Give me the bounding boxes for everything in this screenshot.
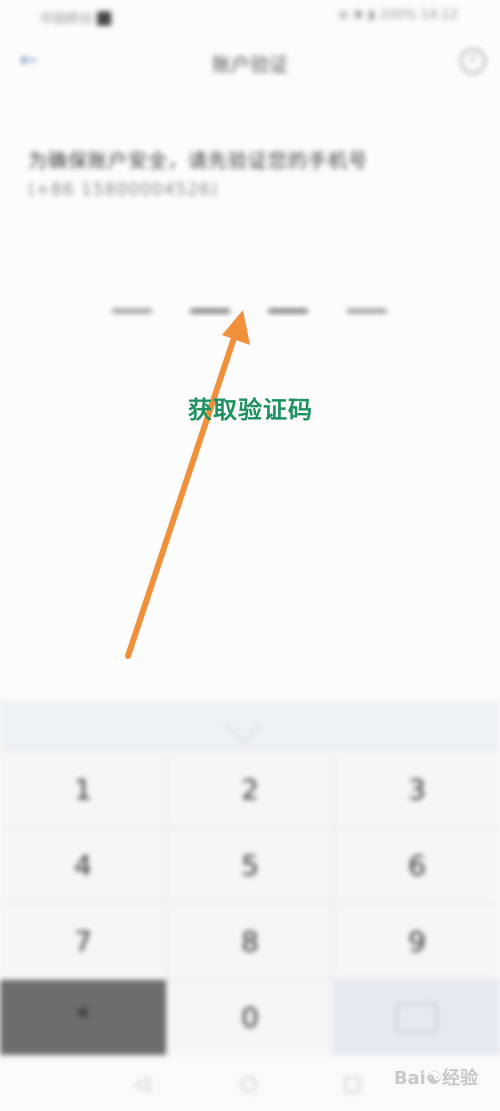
baidu-watermark: Bai☯经验 xyxy=(393,1068,478,1089)
arrow-shaft xyxy=(125,329,239,659)
annotation-label: 获取验证码 xyxy=(188,395,313,424)
arrow-head-icon xyxy=(222,310,250,345)
annotation-arrow xyxy=(125,310,250,659)
